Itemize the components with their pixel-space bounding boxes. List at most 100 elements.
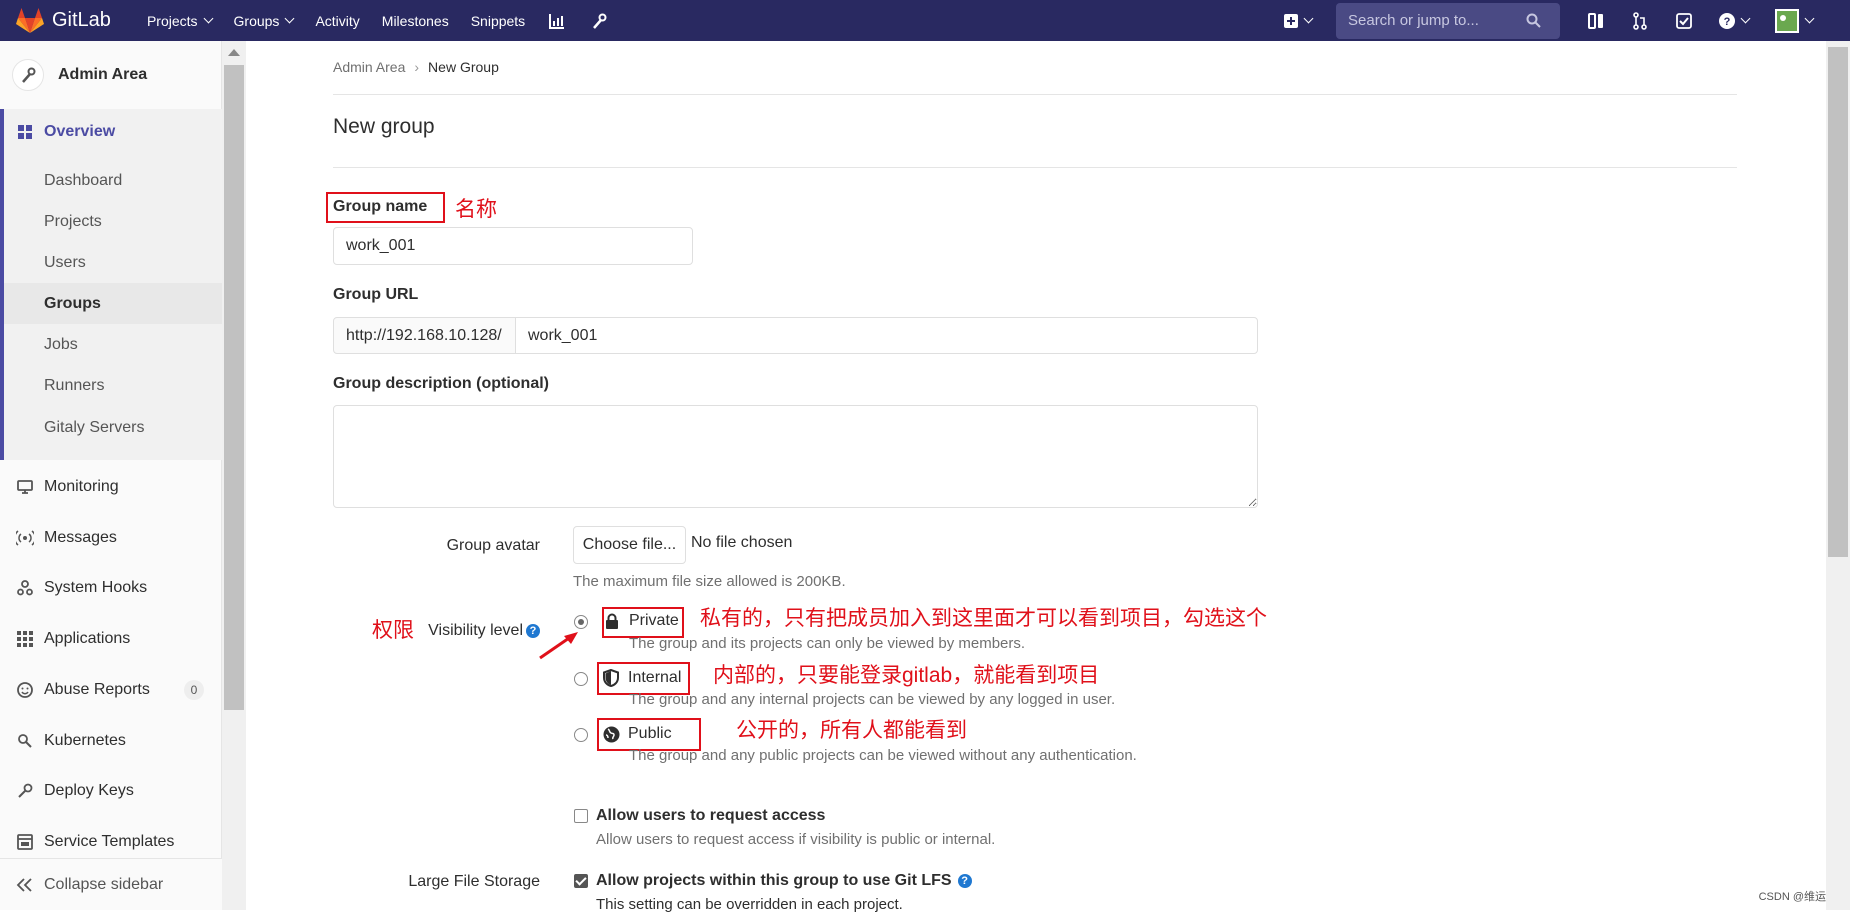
request-access-label[interactable]: Allow users to request access: [596, 807, 825, 825]
nav-projects[interactable]: Projects: [147, 13, 213, 29]
visibility-internal-label[interactable]: Internal: [602, 669, 681, 687]
private-help-text: The group and its projects can only be v…: [629, 635, 1026, 652]
annotation-name: 名称: [455, 198, 497, 221]
sidebar-item-messages[interactable]: Messages: [0, 517, 222, 559]
help-icon[interactable]: ?: [1716, 9, 1752, 33]
sidebar-item-deploy-keys[interactable]: Deploy Keys: [0, 770, 222, 812]
sidebar-item-abuse-reports[interactable]: Abuse Reports 0: [0, 669, 222, 711]
sidebar-item-overview[interactable]: Overview: [0, 109, 222, 154]
nav-milestones[interactable]: Milestones: [382, 13, 449, 29]
sidebar-item-label: Abuse Reports: [44, 681, 150, 698]
group-description-input[interactable]: [333, 405, 1258, 508]
visibility-level-label: Visibility level: [428, 622, 523, 639]
sidebar-item-label: Overview: [44, 122, 116, 140]
sidebar-item-service-templates[interactable]: Service Templates: [0, 821, 222, 863]
double-chevron-left-icon: [16, 877, 34, 892]
breadcrumb: Admin Area › New Group: [333, 59, 499, 75]
chevron-down-icon: [203, 13, 213, 24]
chart-icon[interactable]: [547, 11, 567, 31]
visibility-internal-radio[interactable]: [574, 672, 588, 686]
sidebar-item-label: Applications: [44, 630, 131, 647]
brand-name: GitLab: [52, 9, 111, 31]
gitlab-home-link[interactable]: GitLab: [16, 7, 111, 34]
group-path-input[interactable]: work_001: [515, 317, 1258, 354]
group-name-input[interactable]: work_001: [333, 227, 693, 265]
large-file-storage-label: Large File Storage: [408, 873, 540, 890]
sidebar-item-applications[interactable]: Applications: [0, 618, 222, 660]
sidebar-item-jobs[interactable]: Jobs: [4, 324, 222, 365]
admin-wrench-icon[interactable]: [589, 11, 609, 31]
visibility-public-radio[interactable]: [574, 728, 588, 742]
annotation-public: 公开的，所有人都能看到: [736, 719, 967, 742]
search-input[interactable]: [1346, 11, 1526, 30]
search-icon: [1526, 13, 1541, 28]
choose-file-button[interactable]: Choose file...: [573, 526, 686, 564]
new-item-icon[interactable]: [1280, 9, 1316, 33]
top-navbar: GitLab Projects Groups Activity Mileston…: [0, 0, 1850, 41]
git-lfs-label[interactable]: Allow projects within this group to use …: [596, 872, 972, 890]
sidebar-item-kubernetes[interactable]: Kubernetes: [0, 720, 222, 762]
group-avatar-label: Group avatar: [446, 537, 540, 554]
sidebar-item-dashboard[interactable]: Dashboard: [4, 160, 222, 201]
apps-grid-icon: [16, 630, 34, 648]
issues-icon[interactable]: [1584, 9, 1608, 33]
broadcast-icon: [16, 529, 34, 547]
sidebar-item-label: Deploy Keys: [44, 782, 134, 799]
sidebar-item-groups[interactable]: Groups: [4, 283, 222, 324]
avatar-icon: [1775, 8, 1799, 33]
chevron-down-icon: [284, 13, 295, 24]
search-box[interactable]: [1336, 2, 1560, 39]
nav-snippets[interactable]: Snippets: [471, 13, 525, 29]
svg-text:?: ?: [1724, 16, 1731, 28]
annotation-box-group-name: [326, 192, 445, 223]
watermark: CSDN @维运: [1758, 891, 1826, 903]
group-description-label: Group description (optional): [333, 375, 549, 392]
sidebar-item-runners[interactable]: Runners: [4, 365, 222, 406]
private-text: Private: [629, 612, 679, 629]
admin-sidebar: Admin Area Overview Dashboard Projects U…: [0, 41, 222, 910]
sidebar-item-monitoring[interactable]: Monitoring: [0, 466, 222, 508]
no-file-chosen-text: No file chosen: [691, 534, 793, 551]
breadcrumb-current[interactable]: New Group: [428, 59, 499, 75]
file-size-help: The maximum file size allowed is 200KB.: [573, 573, 846, 590]
nav-groups-label: Groups: [233, 12, 280, 29]
public-text: Public: [628, 725, 672, 742]
key-icon: [16, 782, 34, 800]
request-access-checkbox[interactable]: [574, 809, 588, 823]
merge-request-icon[interactable]: [1628, 9, 1652, 33]
sidebar-item-projects[interactable]: Projects: [4, 201, 222, 242]
sidebar-item-users[interactable]: Users: [4, 242, 222, 283]
gitlab-logo-icon: [16, 7, 44, 33]
help-circle-icon[interactable]: ?: [957, 874, 972, 888]
page-scrollbar[interactable]: [1826, 41, 1850, 910]
user-avatar-menu[interactable]: [1772, 8, 1816, 33]
collapse-sidebar-button[interactable]: Collapse sidebar: [0, 858, 222, 910]
collapse-sidebar-label: Collapse sidebar: [44, 875, 164, 893]
nav-activity[interactable]: Activity: [315, 13, 359, 29]
scroll-up-icon[interactable]: [228, 49, 240, 56]
chevron-right-icon: ›: [414, 59, 420, 75]
chevron-down-icon: [1740, 13, 1751, 24]
group-url-label: Group URL: [333, 286, 419, 303]
hook-icon: [16, 579, 34, 597]
request-access-help: Allow users to request access if visibil…: [596, 831, 996, 848]
todos-icon[interactable]: [1672, 9, 1696, 33]
sidebar-scrollbar[interactable]: [222, 41, 246, 910]
group-url-prefix: http://192.168.10.128/: [333, 317, 516, 354]
sidebar-item-system-hooks[interactable]: System Hooks: [0, 567, 222, 609]
annotation-arrow-icon: [539, 632, 578, 660]
sidebar-scrollbar-thumb[interactable]: [224, 65, 244, 710]
visibility-private-radio[interactable]: [574, 615, 588, 629]
breadcrumb-admin-area[interactable]: Admin Area: [333, 59, 405, 75]
grid-icon: [16, 123, 34, 141]
chevron-down-icon: [1303, 13, 1314, 24]
shield-icon: [602, 669, 620, 687]
visibility-private-label[interactable]: Private: [603, 612, 679, 630]
nav-groups[interactable]: Groups: [233, 12, 295, 29]
git-lfs-checkbox[interactable]: [574, 874, 588, 888]
sidebar-header[interactable]: Admin Area: [0, 41, 221, 110]
sidebar-item-gitaly-servers[interactable]: Gitaly Servers: [4, 407, 222, 448]
annotation-internal: 内部的，只要能登录gitlab，就能看到项目: [713, 664, 1100, 687]
visibility-public-label[interactable]: Public: [602, 725, 672, 743]
page-scrollbar-thumb[interactable]: [1828, 47, 1848, 557]
